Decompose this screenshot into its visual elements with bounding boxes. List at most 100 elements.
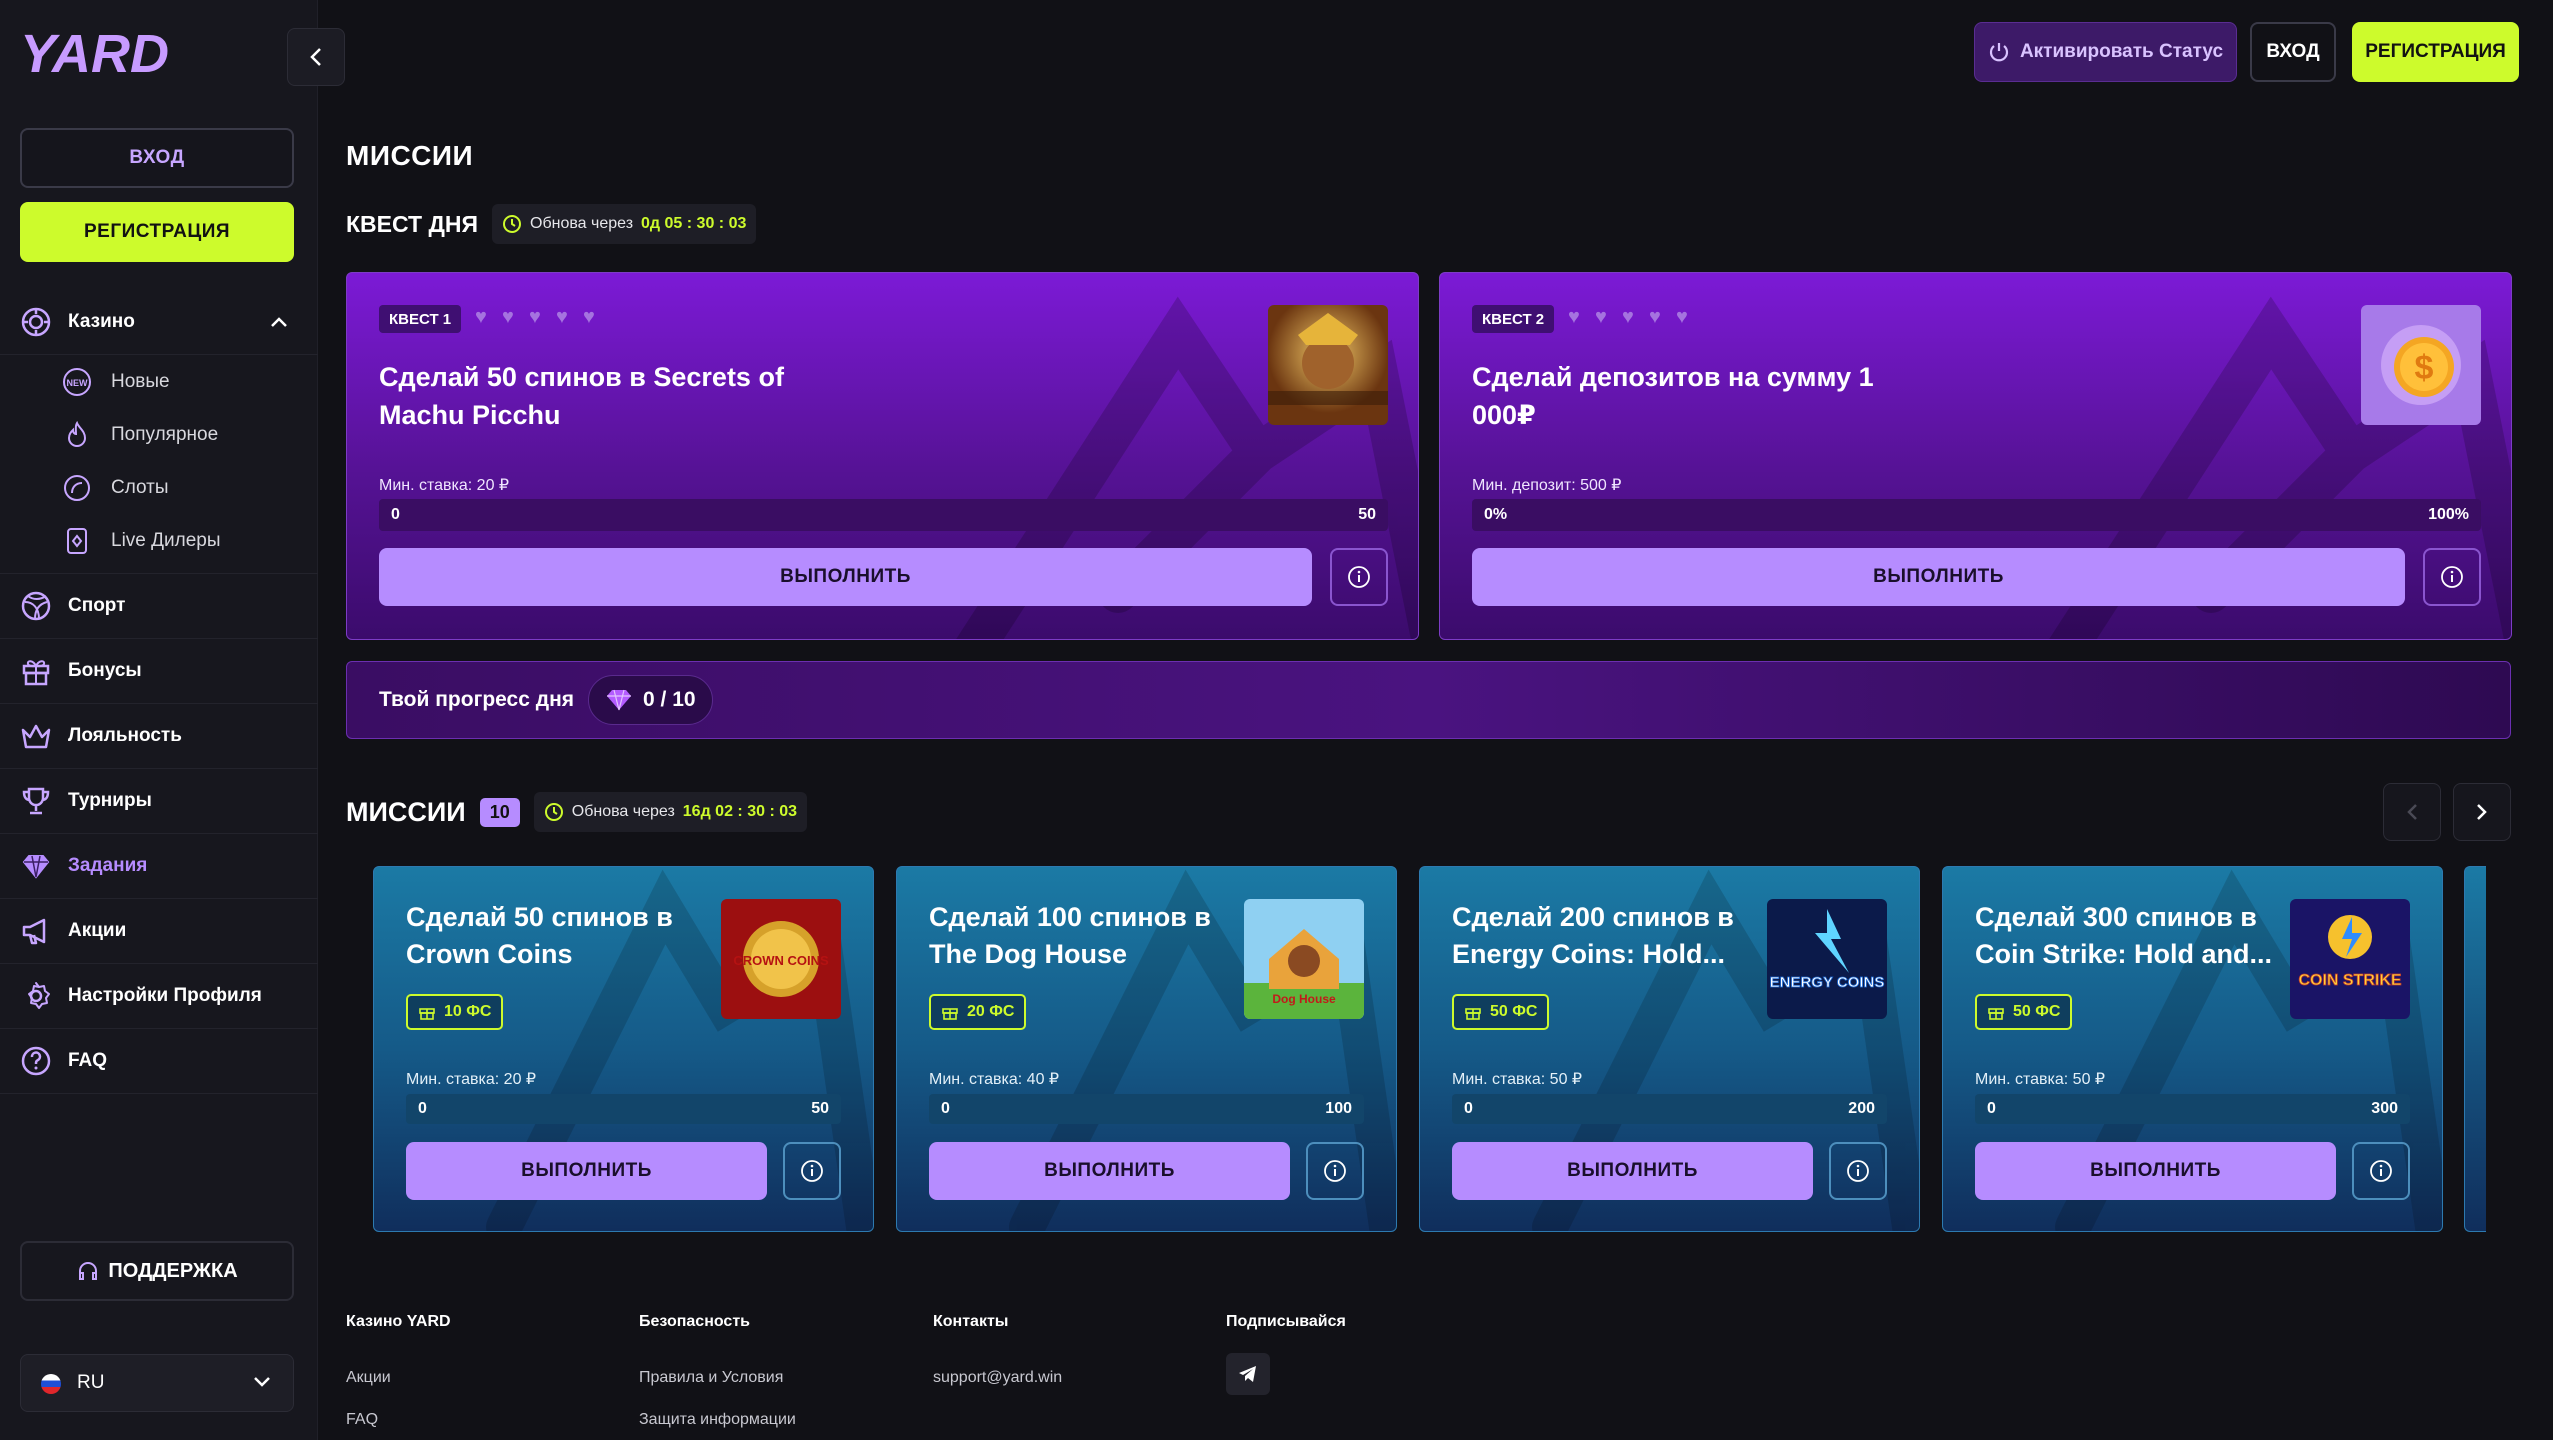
sidebar-item-faq[interactable]: FAQ — [0, 1029, 318, 1094]
carousel-prev-button[interactable] — [2383, 783, 2441, 841]
sidebar-login-button[interactable]: ВХОД — [20, 128, 294, 188]
sidebar-item-slots[interactable]: Слоты — [0, 461, 318, 514]
progress-target: 300 — [2371, 1100, 2398, 1117]
reward-badge: 10 ФС — [406, 994, 504, 1030]
progress-start: 0 — [1464, 1100, 1473, 1117]
footer-link-faq[interactable]: FAQ — [346, 1411, 451, 1429]
execute-button[interactable]: ВЫПОЛНИТЬ — [406, 1142, 767, 1200]
crown-coins-game-thumbnail[interactable]: CROWN COINS — [721, 899, 841, 1019]
heart-icon: ♥ — [1622, 306, 1634, 328]
cherry-icon — [64, 474, 90, 501]
info-button[interactable] — [1306, 1142, 1364, 1200]
footer-link-email[interactable]: support@yard.win — [933, 1369, 1062, 1387]
collapse-sidebar-button[interactable] — [287, 28, 345, 86]
footer-link-promotions[interactable]: Акции — [346, 1369, 451, 1387]
mission-card-peek[interactable] — [2464, 866, 2486, 1232]
svg-text:$: $ — [2415, 349, 2434, 387]
sidebar-item-popular[interactable]: Популярное — [0, 408, 318, 461]
missions-count-badge: 10 — [479, 797, 520, 827]
trophy-icon — [22, 787, 50, 815]
svg-text:Dog House: Dog House — [1272, 992, 1336, 1006]
svg-text:ENERGY COINS: ENERGY COINS — [1770, 974, 1885, 991]
sidebar-item-loyalty[interactable]: Лояльность — [0, 704, 318, 769]
progress-target: 200 — [1848, 1100, 1875, 1117]
info-button[interactable] — [1330, 548, 1388, 606]
sidebar-subitem-label: Популярное — [111, 423, 219, 445]
footer-heading: Казино YARD — [346, 1313, 451, 1330]
telegram-button[interactable] — [1226, 1353, 1270, 1395]
info-button[interactable] — [1829, 1142, 1887, 1200]
sidebar-item-missions[interactable]: Задания — [0, 834, 318, 899]
daily-progress-bar: Твой прогресс дня 0 / 10 — [346, 661, 2511, 739]
sidebar-item-profile-settings[interactable]: Настройки Профиля — [0, 964, 318, 1029]
execute-button[interactable]: ВЫПОЛНИТЬ — [1452, 1142, 1813, 1200]
info-icon — [1847, 1160, 1869, 1182]
footer-heading: Контакты — [933, 1313, 1009, 1330]
flame-icon — [67, 420, 87, 447]
megaphone-icon — [22, 918, 46, 945]
chevron-up-icon — [271, 317, 287, 327]
info-button[interactable] — [2352, 1142, 2410, 1200]
footer-link-privacy[interactable]: Защита информации — [639, 1411, 796, 1429]
daily-progress-pill: 0 / 10 — [588, 675, 713, 725]
card-icon — [67, 527, 87, 554]
footer-link-terms[interactable]: Правила и Условия — [639, 1369, 796, 1387]
sidebar-item-bonuses[interactable]: Бонусы — [0, 639, 318, 704]
telegram-icon — [1239, 1366, 1256, 1382]
quest-badge: КВЕСТ 2 — [1472, 305, 1555, 333]
carousel-next-button[interactable] — [2453, 783, 2511, 841]
execute-button[interactable]: ВЫПОЛНИТЬ — [1472, 548, 2405, 606]
mission-min-bet: Мин. ставка: 50 ₽ — [1452, 1071, 1583, 1088]
info-button[interactable] — [783, 1142, 841, 1200]
clock-icon — [544, 803, 563, 821]
timer-label: Обнова через — [530, 215, 634, 232]
sidebar-item-label: Спорт — [68, 595, 126, 616]
execute-button[interactable]: ВЫПОЛНИТЬ — [1975, 1142, 2336, 1200]
sidebar-item-live-dealers[interactable]: Live Дилеры — [0, 514, 318, 567]
support-button[interactable]: ПОДДЕРЖКА — [20, 1241, 294, 1301]
sidebar-item-casino[interactable]: Казино — [0, 290, 318, 355]
info-icon — [1348, 566, 1370, 588]
mission-progress-bar: 0 200 — [1452, 1094, 1887, 1124]
execute-button[interactable]: ВЫПОЛНИТЬ — [379, 548, 1312, 606]
missions-header: МИССИИ 10 Обнова через 16д 02 : 30 : 03 — [346, 792, 808, 832]
ball-icon — [21, 591, 51, 621]
footer-column-casino: Казино YARD Акции FAQ — [346, 1313, 451, 1440]
chevron-left-icon — [310, 48, 321, 66]
sidebar-item-promotions[interactable]: Акции — [0, 899, 318, 964]
machu-picchu-game-thumbnail[interactable] — [1268, 305, 1388, 425]
gear-icon — [28, 982, 50, 1009]
sidebar-item-tournaments[interactable]: Турниры — [0, 769, 318, 834]
dog-house-game-thumbnail[interactable]: Dog House — [1244, 899, 1364, 1019]
yard-logo[interactable]: YARD — [20, 24, 180, 84]
progress-start: 0% — [1484, 506, 1508, 523]
heart-icon: ♥ — [583, 306, 595, 328]
energy-coins-game-thumbnail[interactable]: ENERGY COINS — [1767, 899, 1887, 1019]
timer-value: 16д 02 : 30 : 03 — [682, 803, 798, 820]
daily-progress-value: 0 / 10 — [643, 688, 696, 711]
svg-text:CROWN COINS: CROWN COINS — [733, 953, 829, 968]
mission-min-bet: Мин. ставка: 50 ₽ — [1975, 1071, 2106, 1088]
footer-column-security: Безопасность Правила и Условия Защита ин… — [639, 1313, 796, 1440]
diamond-crown-icon — [22, 855, 50, 879]
execute-button[interactable]: ВЫПОЛНИТЬ — [929, 1142, 1290, 1200]
language-select[interactable]: RU — [20, 1354, 294, 1412]
header-login-button[interactable]: ВХОД — [2250, 22, 2336, 82]
sidebar-subitem-label: Слоты — [111, 476, 169, 498]
activate-status-button[interactable]: Активировать Статус — [1974, 22, 2237, 82]
sidebar: YARD ВХОД РЕГИСТРАЦИЯ Казино NEW Новые П… — [0, 0, 318, 1440]
sidebar-subitem-label: Live Дилеры — [111, 529, 221, 551]
header-register-button[interactable]: РЕГИСТРАЦИЯ — [2352, 22, 2519, 82]
sidebar-register-button[interactable]: РЕГИСТРАЦИЯ — [20, 202, 294, 262]
progress-start: 0 — [1987, 1100, 1996, 1117]
coin-strike-game-thumbnail[interactable]: COIN STRIKE — [2290, 899, 2410, 1019]
footer-heading: Безопасность — [639, 1313, 750, 1330]
crown-icon — [21, 724, 51, 749]
gift-icon — [419, 1008, 435, 1020]
sidebar-item-sport[interactable]: Спорт — [0, 574, 318, 639]
heart-icon: ♥ — [1595, 306, 1607, 328]
info-button[interactable] — [2423, 548, 2481, 606]
heart-icon: ♥ — [1568, 306, 1580, 328]
sidebar-item-new[interactable]: NEW Новые — [0, 355, 318, 408]
chevron-left-icon — [2407, 804, 2417, 820]
